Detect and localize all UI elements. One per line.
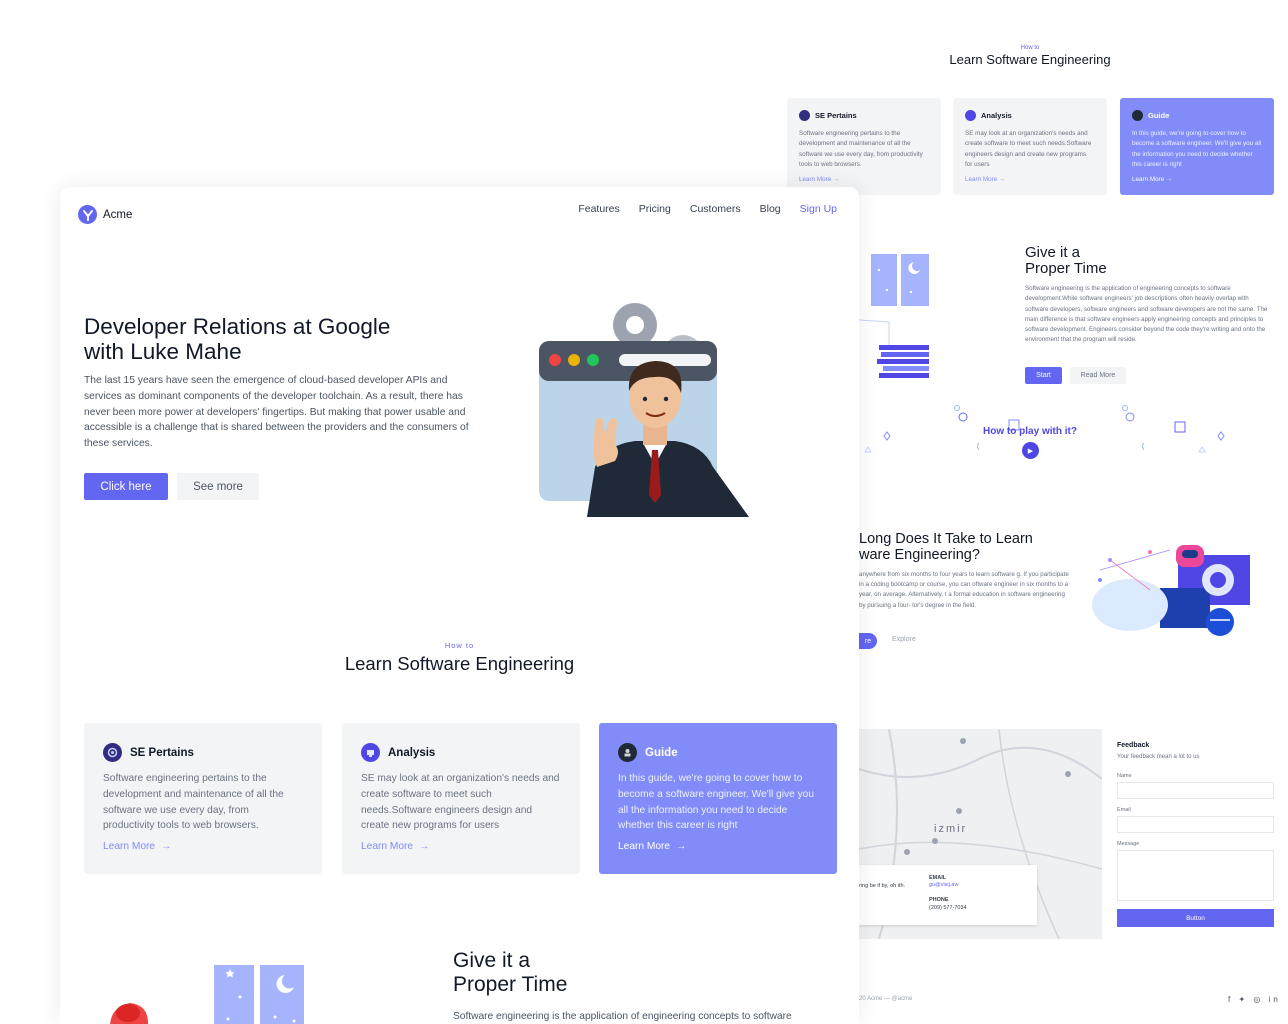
preview-email-field[interactable] bbox=[1117, 816, 1274, 833]
click-here-button[interactable]: Click here bbox=[84, 473, 168, 500]
brand-name: Acme bbox=[103, 208, 133, 221]
preview-card-body: Software engineering pertains to the dev… bbox=[799, 130, 923, 168]
top-navigation: Features Pricing Customers Blog Sign Up bbox=[578, 203, 837, 215]
nav-sign-up[interactable]: Sign Up bbox=[800, 203, 837, 215]
preview-email-label: Email bbox=[1117, 807, 1131, 813]
see-more-button[interactable]: See more bbox=[177, 473, 259, 500]
preview-play-text: How to play with it? bbox=[983, 426, 1077, 437]
learn-more-link[interactable]: Learn More → bbox=[361, 841, 561, 852]
guide-icon bbox=[618, 743, 637, 762]
preview-card-analysis: Analysis SE may look at an organization'… bbox=[953, 98, 1107, 195]
preview-give-body: Software engineering is the application … bbox=[1025, 285, 1268, 344]
se-pertains-icon bbox=[799, 110, 810, 121]
nav-features[interactable]: Features bbox=[578, 203, 619, 215]
se-pertains-icon bbox=[103, 743, 122, 762]
card-analysis: Analysis SE may look at an organization'… bbox=[342, 723, 580, 874]
learn-more-link[interactable]: Learn More → bbox=[103, 841, 303, 852]
hero-description: The last 15 years have seen the emergenc… bbox=[84, 375, 469, 450]
nav-customers[interactable]: Customers bbox=[690, 203, 741, 215]
preview-card-title: Guide bbox=[1148, 111, 1170, 120]
card-title: SE Pertains bbox=[130, 746, 194, 759]
guide-icon bbox=[1132, 110, 1143, 121]
preview-long-body: anywhere from six months to four years t… bbox=[859, 571, 1069, 609]
preview-section-eyebrow: How to bbox=[1020, 45, 1040, 51]
preview-brain-illustration bbox=[1092, 545, 1250, 636]
preview-message-field[interactable] bbox=[1117, 850, 1274, 901]
preview-section-title: Learn Software Engineering bbox=[949, 52, 1111, 67]
preview-long-button[interactable]: re bbox=[859, 633, 877, 649]
section-title: Learn Software Engineering bbox=[344, 653, 575, 674]
preview-start-button[interactable]: Start bbox=[1025, 367, 1062, 384]
preview-learn-more-link[interactable]: Learn More → bbox=[799, 176, 929, 183]
give-it-time-title: Give it a Proper Time bbox=[453, 949, 568, 996]
play-icon[interactable]: ▶ bbox=[1022, 442, 1039, 459]
preview-explore-link[interactable]: Explore bbox=[892, 636, 916, 643]
card-body: Software engineering pertains to the dev… bbox=[103, 773, 284, 832]
preview-give-title: Give it a Proper Time bbox=[1025, 244, 1107, 277]
section-eyebrow: How to bbox=[444, 641, 475, 650]
preview-map-info-card: ring be if by, oh ith. EMAIL gu@visij.aw… bbox=[859, 865, 1037, 925]
preview-feedback-subtitle: Your feedback mean a lot to us bbox=[1117, 754, 1200, 760]
main-page: Acme Features Pricing Customers Blog Sig… bbox=[60, 187, 859, 1024]
card-title: Analysis bbox=[388, 746, 436, 759]
preview-name-label: Name bbox=[1117, 773, 1132, 779]
preview-learn-more-link[interactable]: Learn More → bbox=[1132, 176, 1262, 183]
preview-card-body: SE may look at an organization's needs a… bbox=[965, 130, 1092, 168]
nav-pricing[interactable]: Pricing bbox=[639, 203, 671, 215]
hero-illustration bbox=[539, 303, 749, 517]
preview-card-se-pertains: SE Pertains Software engineering pertain… bbox=[787, 98, 941, 195]
preview-footer-text: 20 Acme — @acme bbox=[859, 996, 913, 1002]
preview-learn-more-link[interactable]: Learn More → bbox=[965, 176, 1095, 183]
card-guide: Guide In this guide, we're going to cove… bbox=[599, 723, 837, 874]
analysis-icon bbox=[965, 110, 976, 121]
preview-card-title: Analysis bbox=[981, 111, 1012, 120]
social-icons[interactable]: f ✦ ◎ in bbox=[1228, 995, 1281, 1004]
preview-read-more-button[interactable]: Read More bbox=[1070, 367, 1126, 384]
preview-window-illustration bbox=[859, 254, 929, 378]
brand-logo[interactable]: Acme bbox=[78, 205, 132, 224]
preview-card-body: In this guide, we're going to cover how … bbox=[1132, 130, 1262, 168]
preview-message-label: Message bbox=[1117, 841, 1140, 847]
window-illustration bbox=[110, 965, 304, 1024]
arrow-right-icon: → bbox=[161, 841, 172, 853]
preview-map-city-label: izmir bbox=[934, 823, 968, 835]
arrow-right-icon: → bbox=[676, 841, 687, 853]
arrow-right-icon: → bbox=[419, 841, 430, 853]
preview-card-guide: Guide In this guide, we're going to cove… bbox=[1120, 98, 1274, 195]
card-body: SE may look at an organization's needs a… bbox=[361, 773, 560, 832]
learn-more-link[interactable]: Learn More → bbox=[618, 841, 818, 852]
analysis-icon bbox=[361, 743, 380, 762]
nav-blog[interactable]: Blog bbox=[760, 203, 781, 215]
preview-submit-button[interactable]: Button bbox=[1117, 909, 1274, 927]
preview-name-field[interactable] bbox=[1117, 782, 1274, 799]
give-it-time-body: Software engineering is the application … bbox=[453, 1011, 792, 1022]
acme-logo-icon bbox=[78, 205, 97, 224]
card-title: Guide bbox=[645, 746, 678, 759]
preview-card-title: SE Pertains bbox=[815, 111, 857, 120]
card-se-pertains: SE Pertains Software engineering pertain… bbox=[84, 723, 322, 874]
card-body: In this guide, we're going to cover how … bbox=[618, 773, 814, 832]
hero-title: Developer Relations at Google with Luke M… bbox=[84, 314, 391, 364]
preview-long-title: Long Does It Take to Learn ware Engineeri… bbox=[859, 531, 1033, 563]
preview-feedback-title: Feedback bbox=[1117, 742, 1150, 749]
